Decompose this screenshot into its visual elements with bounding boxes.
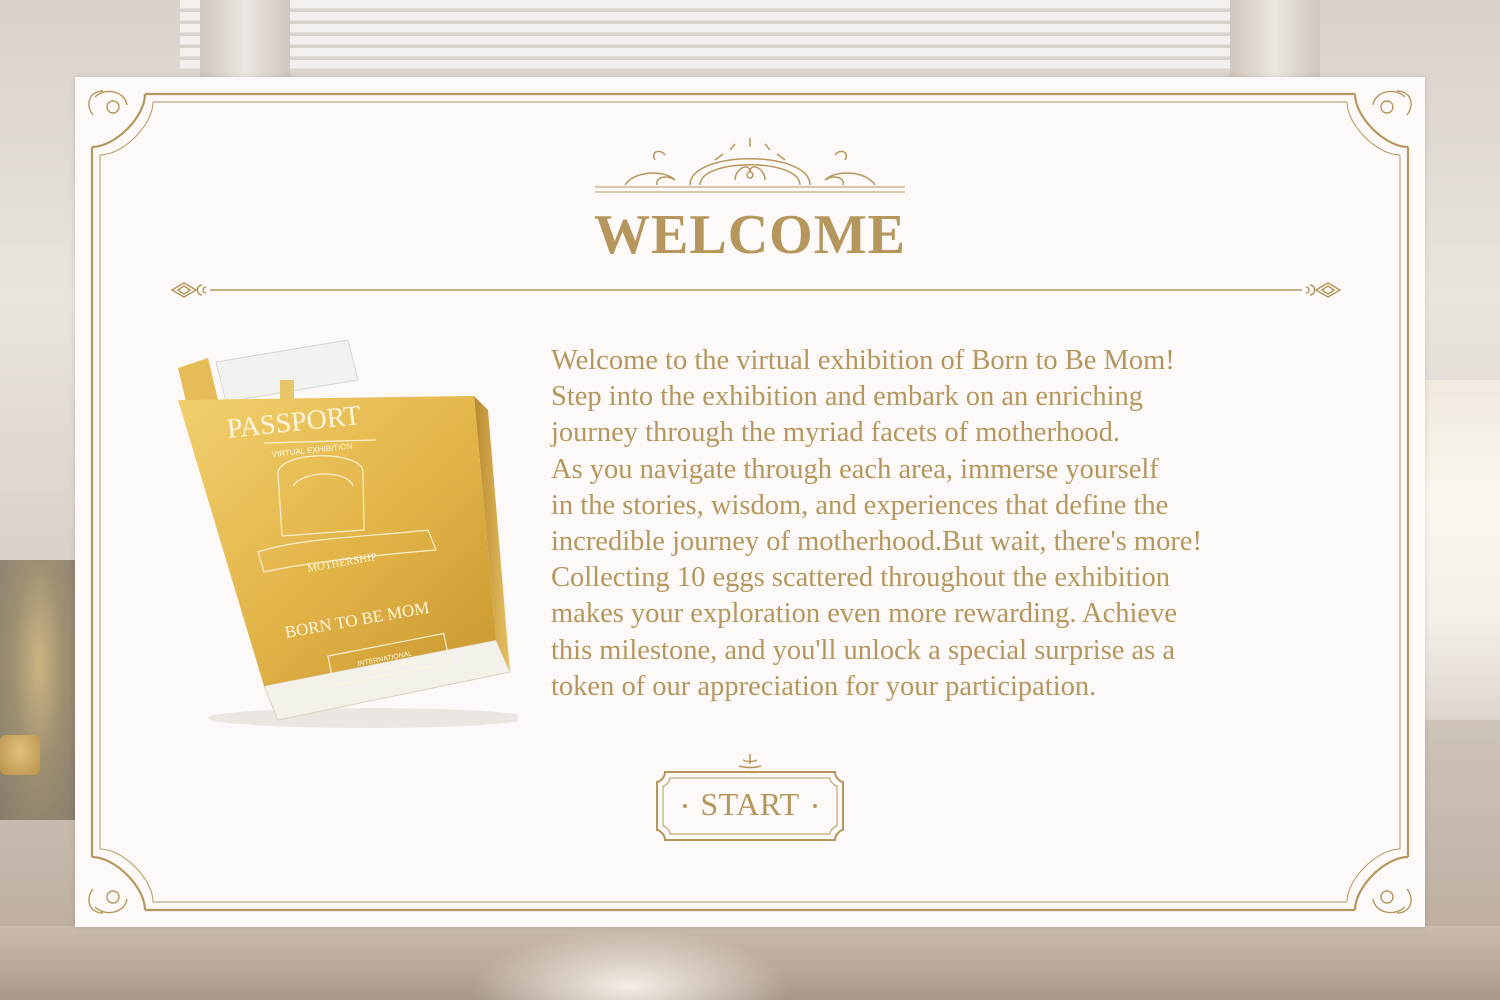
title-ornament-icon <box>595 138 905 193</box>
message-line: journey through the myriad facets of mot… <box>551 417 1121 449</box>
message-line: Step into the exhibition and embark on a… <box>551 381 1144 413</box>
message-line: this milestone, and you'll unlock a spec… <box>551 634 1176 666</box>
background-basket <box>0 735 40 775</box>
page-title: WELCOME <box>594 204 906 266</box>
message-line: As you navigate through each area, immer… <box>551 453 1159 485</box>
welcome-message: Welcome to the virtual exhibition of Bor… <box>551 343 1351 705</box>
background-floor-light <box>470 930 790 1000</box>
background-pillar <box>1230 0 1320 80</box>
message-line: makes your exploration even more rewardi… <box>551 598 1177 630</box>
background-plants <box>0 560 78 820</box>
message-line: Collecting 10 eggs scattered throughout … <box>551 562 1170 594</box>
background-window-light <box>1424 380 1500 720</box>
passport-image: PASSPORT VIRTUAL EXHIBITION MOTHERSHIP B… <box>178 340 518 728</box>
divider-ornament <box>170 282 1342 298</box>
message-line: incredible journey of motherhood.But wai… <box>551 526 1202 558</box>
message-line: Welcome to the virtual exhibition of Bor… <box>551 345 1175 376</box>
background-ceiling <box>180 0 1320 70</box>
start-button-label: START <box>700 786 800 822</box>
start-button[interactable]: START <box>655 752 845 842</box>
message-line: token of our appreciation for your parti… <box>551 670 1097 702</box>
welcome-dialog: WELCOME PASSPORT VIRTUAL EXHIBITION MOTH… <box>75 77 1425 927</box>
message-line: in the stories, wisdom, and experiences … <box>551 489 1169 521</box>
background-pillar <box>200 0 290 80</box>
